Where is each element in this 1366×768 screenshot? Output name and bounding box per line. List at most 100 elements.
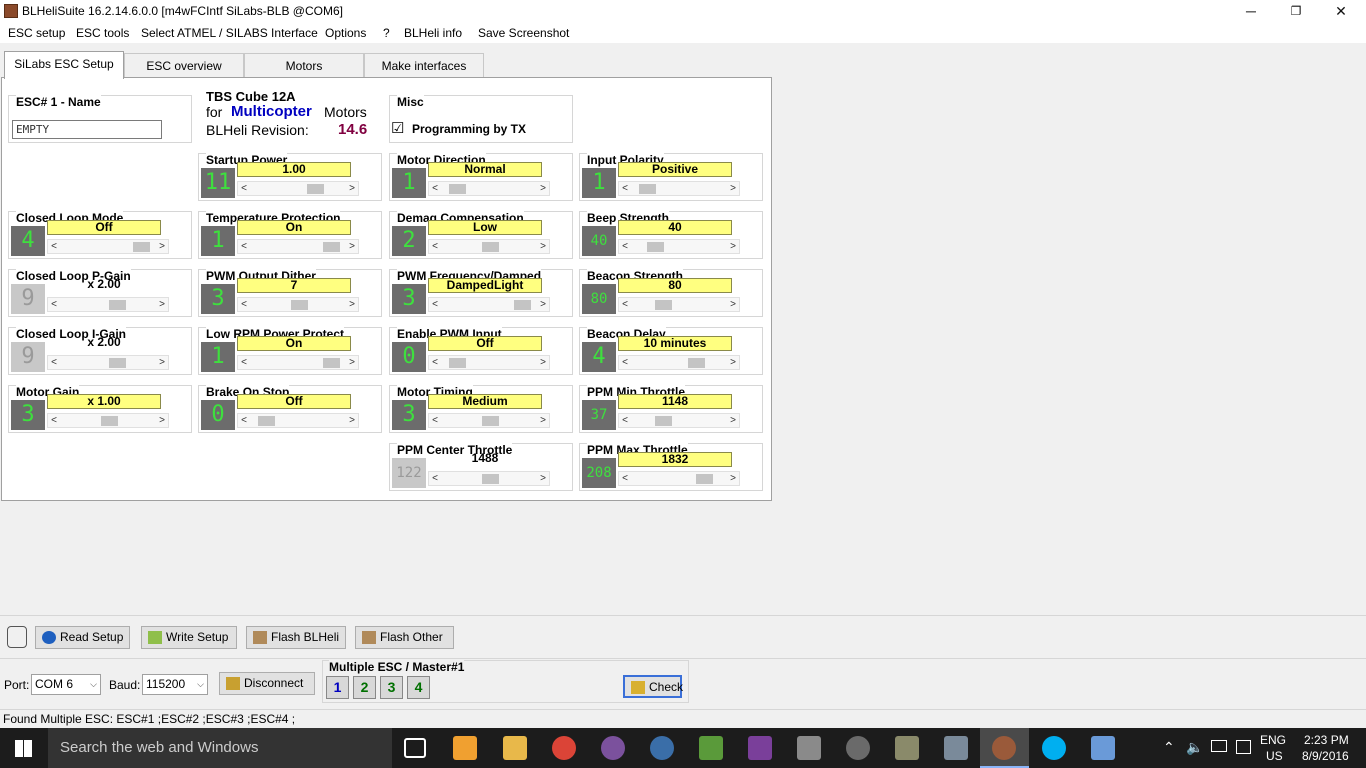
slider-thumb[interactable]	[696, 474, 713, 484]
network-icon[interactable]	[1211, 740, 1227, 752]
task-view-icon[interactable]	[404, 738, 426, 758]
chevron-left-icon[interactable]: <	[48, 414, 60, 427]
flash-other-button[interactable]: Flash Other	[355, 626, 454, 649]
param-slider[interactable]: < >	[618, 471, 740, 486]
chevron-right-icon[interactable]: >	[156, 298, 168, 311]
param-slider[interactable]: < >	[428, 471, 550, 486]
blhelisuite-taskbar-item[interactable]	[980, 728, 1029, 768]
app-icon-5[interactable]	[944, 736, 968, 760]
chevron-left-icon[interactable]: <	[48, 356, 60, 369]
param-slider[interactable]: < >	[428, 297, 550, 312]
slider-thumb[interactable]	[449, 184, 466, 194]
tab-make-interfaces[interactable]: Make interfaces	[364, 53, 484, 78]
disconnect-button[interactable]: Disconnect	[219, 672, 315, 695]
chip-icon[interactable]	[797, 736, 821, 760]
chevron-up-icon[interactable]: ⌃	[1163, 739, 1175, 756]
toggle-panel-icon[interactable]	[7, 626, 27, 648]
param-slider[interactable]: < >	[618, 181, 740, 196]
menu-esc-tools[interactable]: ESC tools	[76, 26, 129, 40]
chevron-right-icon[interactable]: >	[346, 356, 358, 369]
minimize-button[interactable]: ─	[1228, 0, 1274, 22]
tab-silabs-esc-setup[interactable]: SiLabs ESC Setup	[4, 51, 124, 79]
chevron-right-icon[interactable]: >	[727, 240, 739, 253]
menu-select-interface[interactable]: Select ATMEL / SILABS Interface	[141, 26, 318, 40]
read-setup-button[interactable]: Read Setup	[35, 626, 130, 649]
esc-name-input[interactable]: EMPTY	[12, 120, 162, 139]
onenote-icon[interactable]	[748, 736, 772, 760]
menu-esc-setup[interactable]: ESC setup	[8, 26, 65, 40]
chevron-right-icon[interactable]: >	[537, 240, 549, 253]
notification-icon[interactable]	[1236, 740, 1251, 754]
viber-icon[interactable]	[601, 736, 625, 760]
param-slider[interactable]: < >	[47, 297, 169, 312]
slider-thumb[interactable]	[688, 358, 705, 368]
menu-blheli-info[interactable]: BLHeli info	[404, 26, 462, 40]
slider-thumb[interactable]	[482, 474, 499, 484]
chevron-left-icon[interactable]: <	[619, 472, 631, 485]
tab-motors[interactable]: Motors	[244, 53, 364, 78]
language-indicator[interactable]: ENG	[1260, 733, 1286, 747]
slider-thumb[interactable]	[647, 242, 664, 252]
app-icon-4[interactable]	[895, 736, 919, 760]
slider-thumb[interactable]	[291, 300, 308, 310]
chevron-left-icon[interactable]: <	[619, 298, 631, 311]
param-slider[interactable]: < >	[237, 413, 359, 428]
clock-time[interactable]: 2:23 PM	[1304, 733, 1349, 747]
slider-thumb[interactable]	[639, 184, 656, 194]
check-button[interactable]: Check	[623, 675, 683, 698]
param-slider[interactable]: < >	[237, 297, 359, 312]
slider-thumb[interactable]	[655, 300, 672, 310]
param-slider[interactable]: < >	[428, 239, 550, 254]
maximize-button[interactable]: ❐	[1273, 0, 1319, 22]
flash-blheli-button[interactable]: Flash BLHeli	[246, 626, 346, 649]
chevron-left-icon[interactable]: <	[238, 356, 250, 369]
programming-by-tx-checkbox[interactable]: ☑	[391, 119, 404, 137]
app-icon-3[interactable]	[846, 736, 870, 760]
chevron-left-icon[interactable]: <	[238, 414, 250, 427]
param-slider[interactable]: < >	[47, 355, 169, 370]
chevron-right-icon[interactable]: >	[537, 298, 549, 311]
slider-thumb[interactable]	[101, 416, 118, 426]
slider-thumb[interactable]	[482, 242, 499, 252]
param-slider[interactable]: < >	[618, 239, 740, 254]
chevron-left-icon[interactable]: <	[619, 356, 631, 369]
slider-thumb[interactable]	[482, 416, 499, 426]
media-player-icon[interactable]	[453, 736, 477, 760]
chevron-right-icon[interactable]: >	[346, 414, 358, 427]
chevron-left-icon[interactable]: <	[429, 298, 441, 311]
param-slider[interactable]: < >	[47, 413, 169, 428]
chevron-left-icon[interactable]: <	[429, 240, 441, 253]
chevron-right-icon[interactable]: >	[727, 472, 739, 485]
close-button[interactable]: ✕	[1318, 0, 1364, 22]
chevron-left-icon[interactable]: <	[619, 240, 631, 253]
chevron-right-icon[interactable]: >	[346, 182, 358, 195]
file-explorer-icon[interactable]	[503, 736, 527, 760]
chevron-right-icon[interactable]: >	[537, 472, 549, 485]
port-select[interactable]: COM 6 ⌵	[31, 674, 101, 695]
esc-1-button[interactable]: 1	[326, 676, 349, 699]
param-slider[interactable]: < >	[237, 239, 359, 254]
skype-icon[interactable]	[1042, 736, 1066, 760]
esc-2-button[interactable]: 2	[353, 676, 376, 699]
chevron-left-icon[interactable]: <	[238, 240, 250, 253]
param-slider[interactable]: < >	[618, 413, 740, 428]
chevron-right-icon[interactable]: >	[727, 356, 739, 369]
chevron-left-icon[interactable]: <	[238, 182, 250, 195]
chevron-left-icon[interactable]: <	[429, 182, 441, 195]
slider-thumb[interactable]	[133, 242, 150, 252]
chevron-right-icon[interactable]: >	[727, 414, 739, 427]
param-slider[interactable]: < >	[237, 355, 359, 370]
chevron-right-icon[interactable]: >	[537, 356, 549, 369]
volume-icon[interactable]: 🔈	[1186, 739, 1203, 756]
esc-4-button[interactable]: 4	[407, 676, 430, 699]
windows-start-icon[interactable]	[15, 740, 32, 757]
chevron-right-icon[interactable]: >	[537, 182, 549, 195]
param-slider[interactable]: < >	[428, 355, 550, 370]
slider-thumb[interactable]	[323, 358, 340, 368]
slider-thumb[interactable]	[655, 416, 672, 426]
slider-thumb[interactable]	[258, 416, 275, 426]
slider-thumb[interactable]	[449, 358, 466, 368]
taskbar-search-box[interactable]: Search the web and Windows	[48, 728, 392, 768]
chevron-right-icon[interactable]: >	[346, 298, 358, 311]
slider-thumb[interactable]	[307, 184, 324, 194]
